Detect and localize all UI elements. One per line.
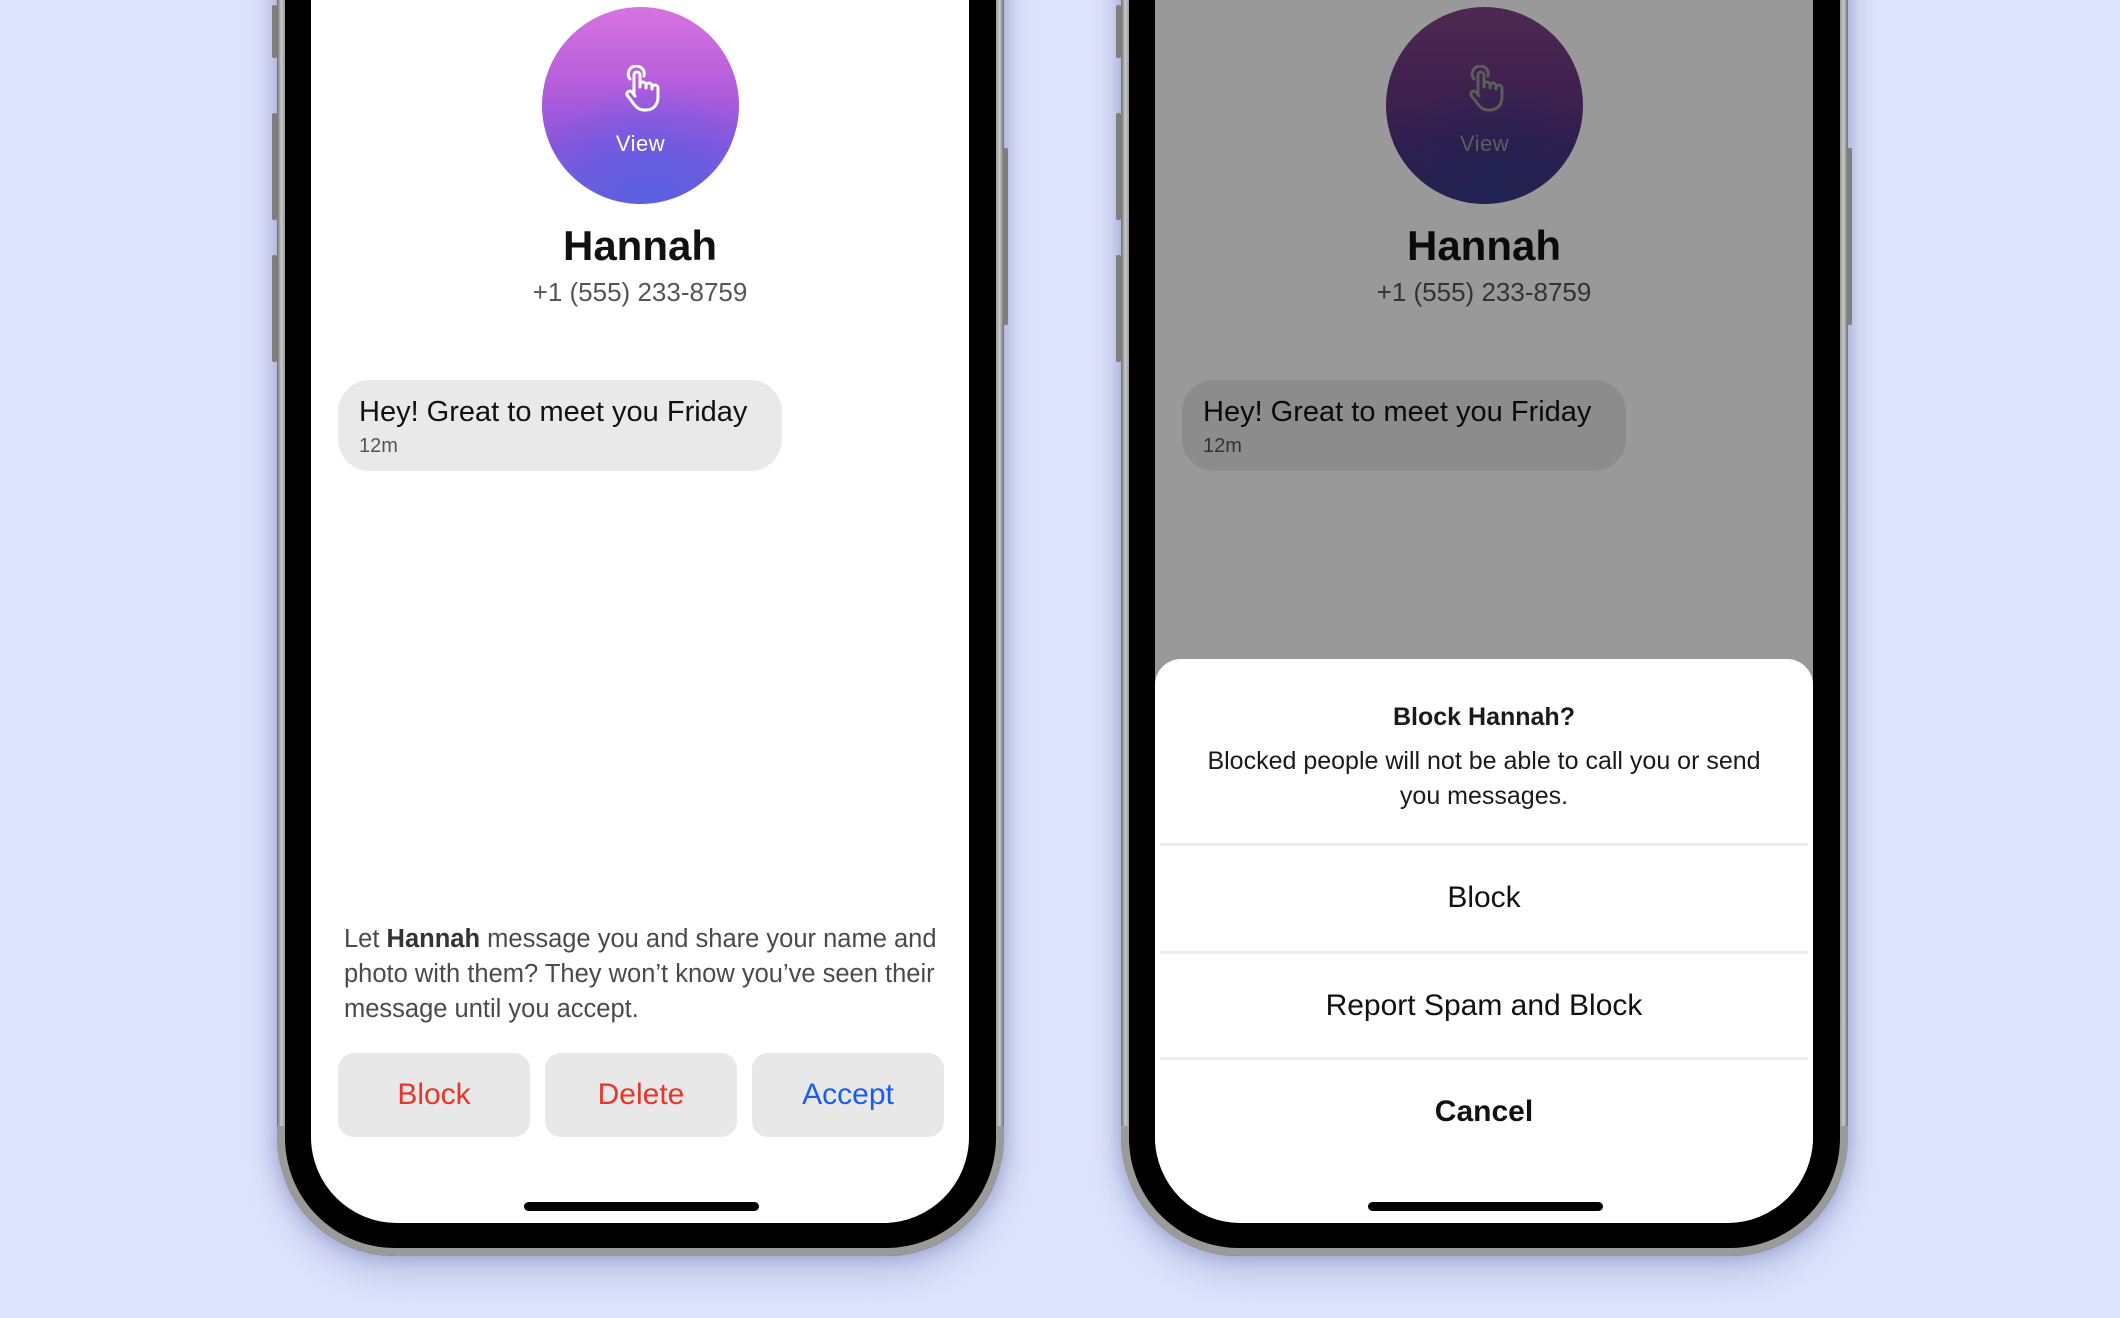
message-request-screen: View Hannah +1 (555) 233-8759 Hey! Great… (311, 0, 969, 1223)
request-prefix: Let (344, 925, 387, 953)
volume-up-button (1116, 113, 1121, 220)
block-confirm-screen: View Hannah +1 (555) 233-8759 Hey! Great… (1155, 0, 1813, 1223)
request-name: Hannah (386, 925, 481, 953)
side-button (1116, 5, 1121, 58)
hand-pointer-icon (625, 65, 660, 112)
sheet-title: Block Hannah? (1393, 703, 1575, 731)
volume-up-button (272, 113, 277, 220)
cancel-button[interactable]: Cancel (1155, 1060, 1813, 1164)
request-description: Let Hannah message you and share your na… (344, 922, 944, 1027)
message-text: Hey! Great to meet you Friday (359, 396, 748, 428)
view-label: View (615, 131, 666, 156)
power-button (1003, 148, 1008, 325)
contact-avatar[interactable]: View (542, 7, 739, 204)
sheet-block-button[interactable]: Block (1155, 846, 1813, 950)
report-spam-block-button[interactable]: Report Spam and Block (1155, 954, 1813, 1058)
volume-down-button (272, 255, 277, 362)
block-action-sheet: Block Hannah? Blocked people will not be… (1155, 659, 1813, 1223)
delete-button[interactable]: Delete (545, 1053, 737, 1137)
accept-button[interactable]: Accept (752, 1053, 944, 1137)
side-button (272, 5, 277, 58)
volume-down-button (1116, 255, 1121, 362)
power-button (1847, 148, 1852, 325)
home-indicator[interactable] (1368, 1202, 1603, 1211)
contact-phone: +1 (555) 233-8759 (532, 277, 748, 307)
home-indicator[interactable] (524, 1202, 759, 1211)
block-button[interactable]: Block (338, 1053, 530, 1137)
request-actions: Block Delete Accept (338, 1053, 944, 1137)
message-bubble: Hey! Great to meet you Friday 12m (338, 380, 782, 471)
contact-name: Hannah (562, 222, 717, 269)
message-time: 12m (359, 435, 398, 457)
sheet-description: Blocked people will not be able to call … (1207, 747, 1761, 810)
